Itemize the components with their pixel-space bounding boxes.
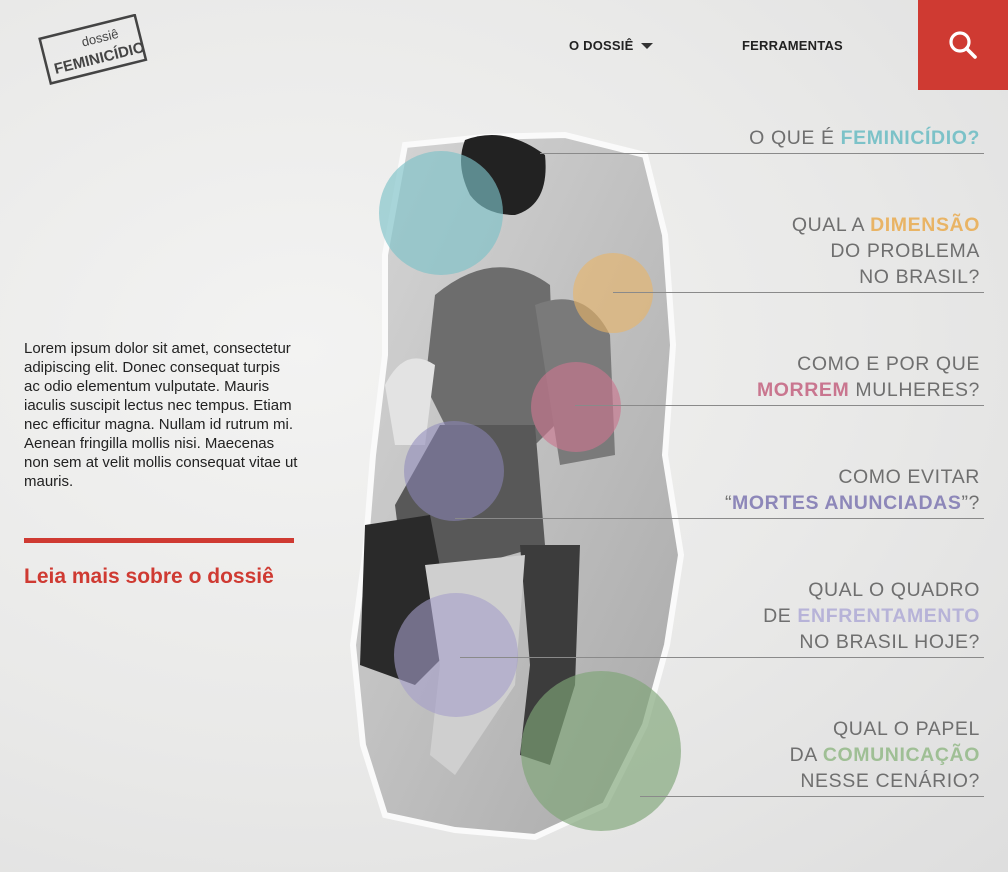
question-text: QUAL A (791, 214, 871, 236)
question-text-continued: MULHERES? (849, 379, 980, 401)
nav-o-dossie[interactable]: O DOSSIÊ (569, 38, 654, 53)
question-text: O QUE É (749, 127, 841, 149)
search-button[interactable] (918, 0, 1008, 90)
connector-line-6 (640, 796, 984, 797)
connector-line-5 (460, 657, 984, 658)
connector-line-2 (613, 292, 984, 293)
question-text: COMO E POR QUE (797, 353, 980, 375)
question-highlight: DIMENSÃO (870, 214, 980, 236)
intro-text: Lorem ipsum dolor sit amet, consectetur … (24, 340, 298, 490)
nav-o-dossie-label: O DOSSIÊ (569, 38, 634, 53)
divider (24, 538, 294, 543)
question-text: QUAL O PAPEL (832, 718, 980, 740)
question-feminicidio[interactable]: O QUE É FEMINICÍDIO? (749, 125, 980, 151)
question-prefix: DE (763, 605, 798, 627)
connector-line-4 (455, 518, 984, 519)
open-quote: “ (724, 492, 733, 514)
question-dimensao[interactable]: QUAL A DIMENSÃO DO PROBLEMA NO BRASIL? (792, 212, 980, 290)
question-highlight: ENFRENTAMENTO (797, 605, 980, 627)
nav-ferramentas-label: FERRAMENTAS (742, 38, 843, 53)
question-morrem[interactable]: COMO E POR QUE MORREM MULHERES? (757, 351, 980, 403)
question-text-continued: ”? (961, 492, 980, 514)
question-highlight: MORREM (756, 379, 850, 401)
question-text-continued: NESSE CENÁRIO? (800, 770, 980, 792)
question-highlight: MORTES ANUNCIADAS (732, 492, 962, 514)
question-comunicacao[interactable]: QUAL O PAPEL DA COMUNICAÇÃO NESSE CENÁRI… (790, 716, 980, 794)
question-prefix: DA (789, 744, 823, 766)
nav-ferramentas[interactable]: FERRAMENTAS (742, 38, 843, 53)
question-mortes-anunciadas[interactable]: COMO EVITAR “MORTES ANUNCIADAS”? (725, 464, 980, 516)
read-more-link[interactable]: Leia mais sobre o dossiê (24, 565, 274, 589)
connector-line-1 (540, 153, 984, 154)
question-enfrentamento[interactable]: QUAL O QUADRO DE ENFRENTAMENTO NO BRASIL… (763, 577, 980, 655)
caret-down-icon (641, 43, 654, 49)
question-text: COMO EVITAR (838, 466, 980, 488)
question-highlight: FEMINICÍDIO? (840, 127, 980, 149)
hero-illustration (345, 125, 690, 845)
question-text-continued: DO PROBLEMA NO BRASIL? (830, 240, 980, 288)
question-highlight: COMUNICAÇÃO (822, 744, 980, 766)
top-navigation: O DOSSIÊ FERRAMENTAS (0, 0, 1008, 90)
question-text: QUAL O QUADRO (808, 579, 980, 601)
search-icon (949, 31, 977, 59)
question-text-continued: NO BRASIL HOJE? (799, 631, 980, 653)
connector-line-3 (575, 405, 984, 406)
